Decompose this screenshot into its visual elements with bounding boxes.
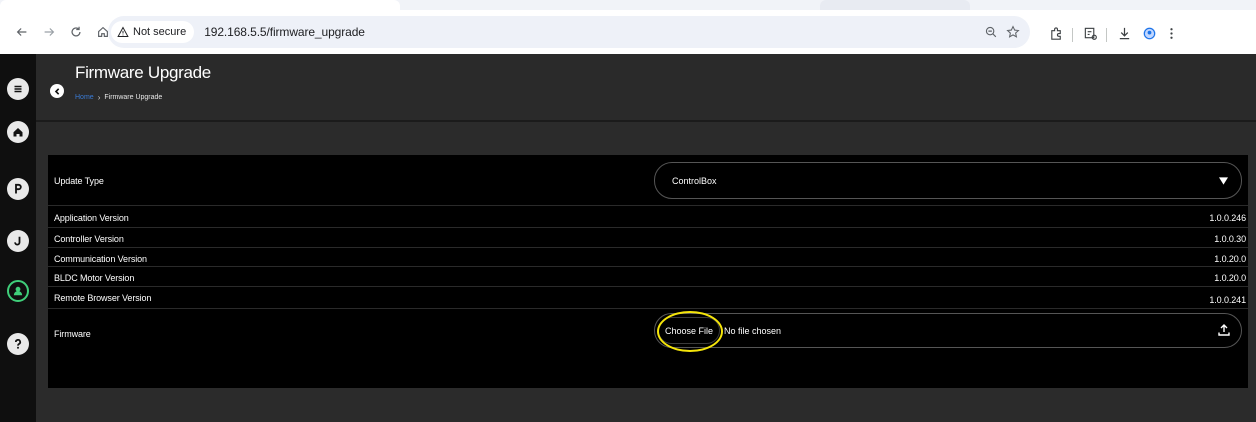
extensions-puzzle-icon[interactable] bbox=[1047, 24, 1065, 42]
back-arrow-icon[interactable] bbox=[10, 20, 34, 44]
firmware-upgrade-app: Firmware Upgrade Home › Firmware Upgrade… bbox=[0, 54, 1256, 422]
breadcrumb: Home › Firmware Upgrade bbox=[75, 93, 162, 102]
version-row: Communication Version 1.0.20.0 bbox=[48, 248, 1248, 267]
url-text[interactable]: 192.168.5.5/firmware_upgrade bbox=[204, 25, 365, 39]
more-menu-icon[interactable] bbox=[1162, 24, 1180, 42]
version-value: 1.0.20.0 bbox=[1214, 254, 1246, 264]
breadcrumb-current: Firmware Upgrade bbox=[104, 94, 163, 101]
zoom-icon[interactable] bbox=[983, 24, 999, 40]
update-type-select[interactable]: ControlBox bbox=[654, 162, 1242, 199]
update-type-selected: ControlBox bbox=[672, 176, 717, 186]
toolbar-divider bbox=[1072, 28, 1073, 42]
file-status-text: No file chosen bbox=[724, 326, 782, 336]
user-icon[interactable] bbox=[7, 280, 29, 302]
menu-icon[interactable] bbox=[7, 78, 29, 100]
version-value: 1.0.0.30 bbox=[1214, 234, 1246, 244]
highlight-annotation bbox=[657, 311, 723, 352]
browser-tab[interactable] bbox=[0, 0, 400, 10]
home-icon[interactable] bbox=[7, 121, 29, 143]
firmware-file-input[interactable]: Choose File No file chosen bbox=[654, 311, 1242, 352]
firmware-label: Firmware bbox=[54, 329, 91, 339]
browser-tab[interactable] bbox=[820, 0, 970, 10]
version-value: 1.0.0.246 bbox=[1209, 213, 1246, 223]
browser-toolbar: Not secure 192.168.5.5/firmware_upgrade bbox=[0, 10, 1256, 54]
download-icon[interactable] bbox=[1115, 24, 1133, 42]
upload-icon[interactable] bbox=[1218, 324, 1230, 336]
firmware-row: Firmware Choose File No file chosen bbox=[48, 309, 1248, 359]
security-chip[interactable]: Not secure bbox=[111, 21, 195, 43]
p-icon[interactable] bbox=[7, 178, 29, 200]
version-label: BLDC Motor Version bbox=[54, 273, 135, 283]
bookmark-star-icon[interactable] bbox=[1005, 24, 1021, 40]
dropdown-arrow-icon bbox=[1219, 177, 1228, 185]
toolbar-divider bbox=[1106, 28, 1107, 42]
page-header: Firmware Upgrade Home › Firmware Upgrade bbox=[36, 54, 1256, 122]
breadcrumb-separator: › bbox=[97, 93, 101, 102]
version-value: 1.0.20.0 bbox=[1214, 273, 1246, 283]
version-value: 1.0.0.241 bbox=[1209, 295, 1246, 305]
reading-list-icon[interactable] bbox=[1081, 24, 1099, 42]
version-row: BLDC Motor Version 1.0.20.0 bbox=[48, 267, 1248, 287]
breadcrumb-home-link[interactable]: Home bbox=[75, 94, 94, 101]
version-label: Controller Version bbox=[54, 234, 124, 244]
version-row: Remote Browser Version 1.0.0.241 bbox=[48, 287, 1248, 309]
reload-icon[interactable] bbox=[64, 20, 88, 44]
update-type-label: Update Type bbox=[54, 176, 104, 186]
forward-arrow-icon[interactable] bbox=[37, 20, 61, 44]
version-row: Controller Version 1.0.0.30 bbox=[48, 228, 1248, 248]
version-label: Communication Version bbox=[54, 254, 147, 264]
profile-icon[interactable] bbox=[1140, 24, 1158, 42]
address-bar[interactable]: Not secure 192.168.5.5/firmware_upgrade bbox=[108, 16, 1030, 48]
back-chevron-icon[interactable] bbox=[50, 84, 64, 98]
firmware-panel: Update Type ControlBox Application Versi… bbox=[48, 155, 1248, 388]
security-label: Not secure bbox=[133, 26, 187, 38]
version-row: Application Version 1.0.0.246 bbox=[48, 208, 1248, 228]
update-type-row: Update Type ControlBox bbox=[48, 155, 1248, 206]
browser-tab-strip bbox=[0, 0, 1256, 10]
version-label: Remote Browser Version bbox=[54, 293, 152, 303]
help-icon[interactable] bbox=[7, 333, 29, 355]
warning-triangle-icon bbox=[117, 26, 129, 37]
j-icon[interactable] bbox=[7, 230, 29, 252]
version-label: Application Version bbox=[54, 213, 129, 223]
sidebar bbox=[0, 54, 36, 422]
page-title: Firmware Upgrade bbox=[75, 63, 211, 82]
